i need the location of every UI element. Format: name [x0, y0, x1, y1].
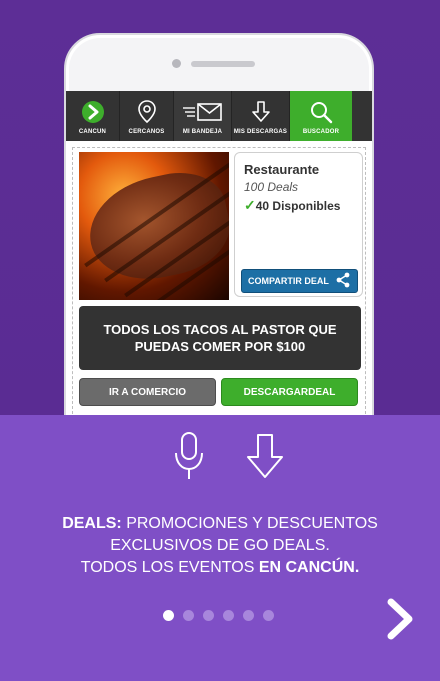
search-icon: [309, 99, 333, 125]
feature-line-1-bold: DEALS:: [62, 515, 122, 532]
nav-label-cancun: CANCUN: [78, 129, 107, 135]
pagination-dot[interactable]: [263, 610, 274, 621]
next-arrow-icon[interactable]: [384, 598, 416, 645]
feature-panel: DEALS: PROMOCIONES Y DESCUENTOS EXCLUSIV…: [0, 415, 440, 681]
nav-item-mi-bandeja[interactable]: MI BANDEJA: [174, 91, 232, 141]
feature-description: DEALS: PROMOCIONES Y DESCUENTOS EXCLUSIV…: [20, 513, 420, 579]
feature-line-3-bold: EN CANCÚN.: [258, 559, 360, 576]
pagination-dot[interactable]: [203, 610, 214, 621]
feature-line-1-text: PROMOCIONES Y DESCUENTOS: [121, 515, 378, 532]
nav-item-cancun[interactable]: CANCUN: [66, 91, 120, 141]
phone-mockup: CANCUN CERCANOS MI BANDEJA MIS DESCARGAS…: [64, 33, 374, 415]
download-icon: [251, 99, 270, 125]
share-icon: [335, 272, 351, 290]
app-nav-bar: CANCUN CERCANOS MI BANDEJA MIS DESCARGAS…: [66, 91, 372, 141]
nav-item-mis-descargas[interactable]: MIS DESCARGAS: [232, 91, 290, 141]
hero-background: CANCUN CERCANOS MI BANDEJA MIS DESCARGAS…: [0, 0, 440, 415]
nav-item-buscador[interactable]: BUSCADOR: [290, 91, 352, 141]
nav-label-cercanos: CERCANOS: [128, 129, 165, 135]
go-to-store-button[interactable]: IR A COMERCIO: [79, 378, 216, 406]
deal-category: Restaurante: [244, 162, 320, 177]
feature-line-3: TODOS LOS EVENTOS EN CANCÚN.: [20, 557, 420, 579]
deal-card: Restaurante 100 Deals ✓40 Disponibles CO…: [72, 147, 366, 415]
deal-availability: ✓40 Disponibles: [244, 197, 340, 214]
download-arrow-icon: [246, 433, 284, 484]
phone-screen: CANCUN CERCANOS MI BANDEJA MIS DESCARGAS…: [66, 91, 372, 415]
phone-camera: [172, 59, 181, 68]
pagination-dots: [163, 610, 274, 621]
envelope-icon: [182, 99, 223, 125]
pagination-dot[interactable]: [223, 610, 234, 621]
feature-line-2: EXCLUSIVOS DE GO DEALS.: [110, 537, 330, 554]
deal-info-box: Restaurante 100 Deals ✓40 Disponibles CO…: [234, 152, 363, 297]
phone-speaker: [191, 61, 255, 67]
go-logo-icon: [81, 99, 105, 125]
download-deal-button[interactable]: DESCARGAR DEAL: [221, 378, 358, 406]
check-icon: ✓: [244, 197, 256, 213]
pagination-dot[interactable]: [163, 610, 174, 621]
feature-line-1: DEALS: PROMOCIONES Y DESCUENTOS: [20, 513, 420, 535]
location-pin-icon: [137, 99, 157, 125]
nav-label-mis-descargas: MIS DESCARGAS: [233, 129, 288, 135]
nav-label-buscador: BUSCADOR: [302, 129, 340, 135]
deal-title: TODOS LOS TACOS AL PASTOR QUE PUEDAS COM…: [79, 306, 361, 370]
microphone-icon: [173, 431, 205, 486]
download-deal-label-bold: DEAL: [308, 386, 336, 398]
nav-label-mi-bandeja: MI BANDEJA: [182, 129, 223, 135]
deal-image[interactable]: [79, 152, 229, 300]
pagination-dot[interactable]: [183, 610, 194, 621]
download-deal-label: DESCARGAR: [243, 386, 309, 398]
feature-line-3-text: TODOS LOS EVENTOS: [80, 559, 259, 576]
nav-item-cercanos[interactable]: CERCANOS: [120, 91, 174, 141]
pagination-dot[interactable]: [243, 610, 254, 621]
share-deal-button[interactable]: COMPARTIR DEAL: [241, 269, 358, 293]
deal-available-text: 40 Disponibles: [255, 199, 341, 213]
share-deal-label: COMPARTIR DEAL: [248, 276, 329, 286]
deal-count: 100 Deals: [244, 180, 299, 194]
